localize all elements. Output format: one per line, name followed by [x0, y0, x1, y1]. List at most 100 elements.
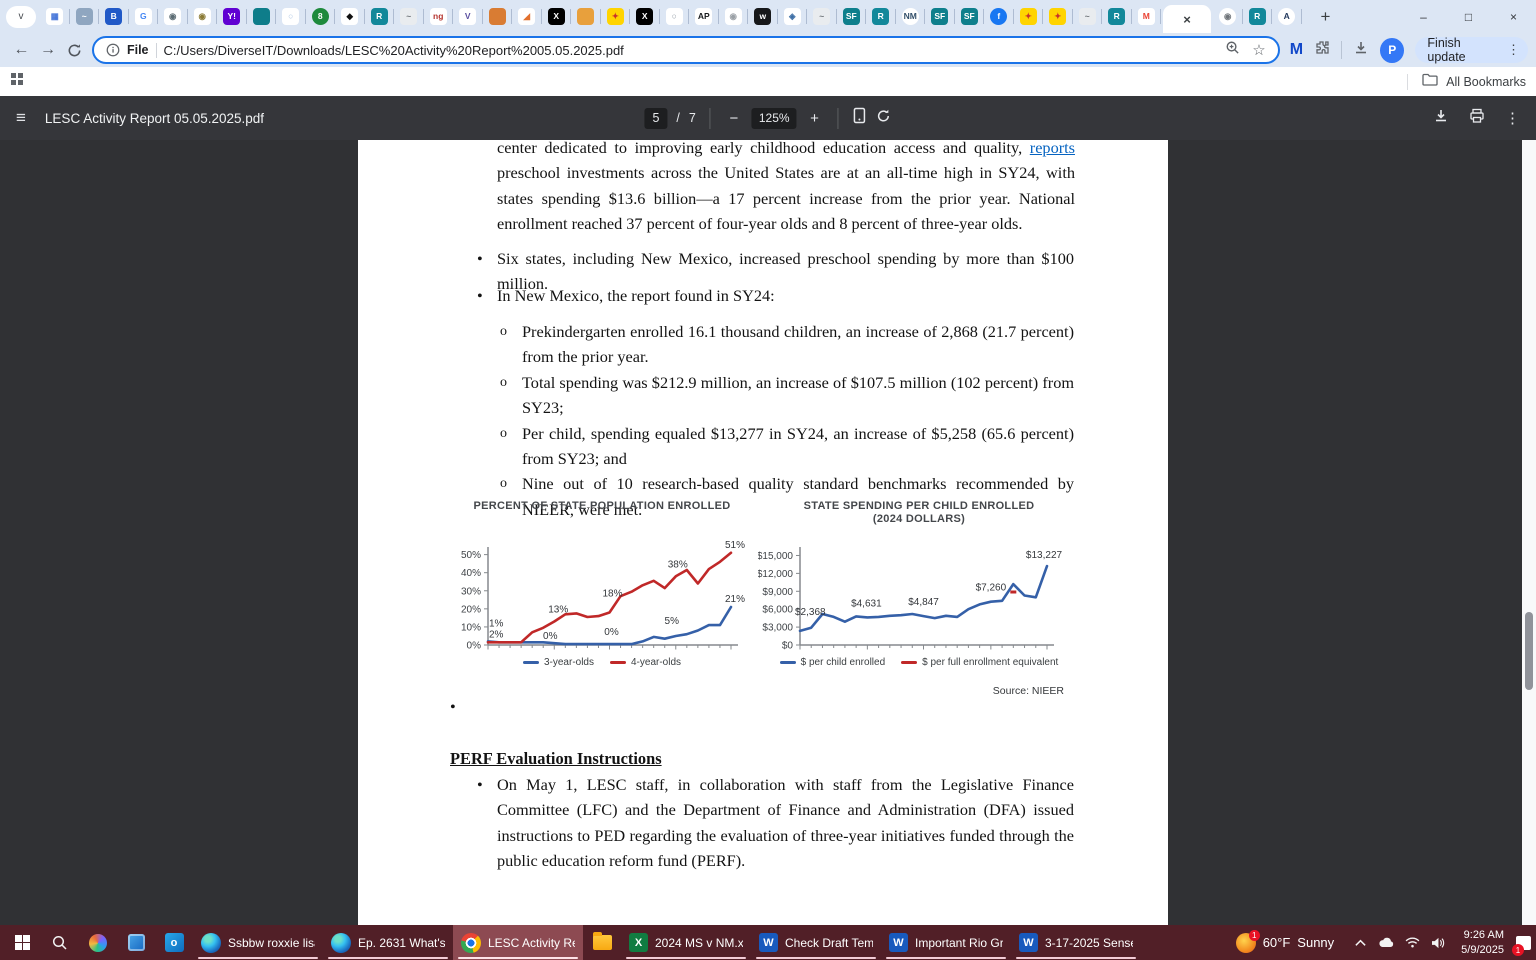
taskbar-app-edge[interactable]: Ssbbw roxxie lisalo...: [193, 925, 323, 960]
profile-avatar[interactable]: P: [1380, 38, 1404, 63]
pinned-tab[interactable]: NM: [896, 0, 926, 33]
pinned-tab[interactable]: ✦: [1043, 0, 1073, 33]
task-view-button[interactable]: [117, 925, 155, 960]
forward-button[interactable]: →: [35, 37, 62, 64]
taskbar-clock[interactable]: 9:26 AM 5/9/2025: [1455, 928, 1512, 958]
address-bar[interactable]: File C:/Users/DiverseIT/Downloads/LESC%2…: [92, 36, 1280, 64]
pinned-tab[interactable]: 8: [306, 0, 336, 33]
pinned-tab[interactable]: B: [99, 0, 129, 33]
pinned-tab[interactable]: ~: [1073, 0, 1103, 33]
print-icon[interactable]: [1469, 108, 1485, 129]
back-button[interactable]: ←: [8, 37, 35, 64]
pinned-tab[interactable]: AP: [689, 0, 719, 33]
taskbar-app-word[interactable]: WImportant Rio Gran...: [881, 925, 1011, 960]
scrollbar-track[interactable]: [1522, 140, 1536, 925]
zoom-in-button[interactable]: +: [806, 110, 824, 127]
pinned-tab[interactable]: ○: [660, 0, 690, 33]
outlook-button[interactable]: o: [155, 925, 193, 960]
pdf-viewport[interactable]: center dedicated to improving early chil…: [0, 140, 1536, 925]
page-number-input[interactable]: 5: [644, 108, 667, 129]
pinned-tab[interactable]: G: [129, 0, 159, 33]
pinned-tab[interactable]: f: [984, 0, 1014, 33]
pinned-tab[interactable]: ◉: [1213, 0, 1243, 33]
pinned-tab[interactable]: ◉: [188, 0, 218, 33]
zoom-page-icon[interactable]: [1225, 40, 1240, 60]
pinned-tab[interactable]: ◉: [719, 0, 749, 33]
taskbar-app-label: LESC Activity Repor...: [488, 936, 575, 950]
pinned-tab[interactable]: ✦: [601, 0, 631, 33]
fit-page-button[interactable]: [853, 107, 867, 129]
active-tab[interactable]: ×: [1163, 5, 1211, 33]
url-text[interactable]: C:/Users/DiverseIT/Downloads/LESC%20Acti…: [164, 43, 1219, 58]
search-button[interactable]: [41, 925, 79, 960]
volume-icon[interactable]: [1431, 937, 1445, 949]
info-icon[interactable]: [106, 43, 120, 57]
hamburger-menu-icon[interactable]: ≡: [16, 108, 26, 128]
pinned-tab[interactable]: ng: [424, 0, 454, 33]
pinned-tab[interactable]: ~: [394, 0, 424, 33]
pinned-tab[interactable]: X: [542, 0, 572, 33]
pinned-tab[interactable]: ◉: [158, 0, 188, 33]
notification-center-button[interactable]: 1: [1512, 925, 1534, 960]
new-tab-button[interactable]: +: [1312, 3, 1340, 31]
pinned-tab[interactable]: X: [630, 0, 660, 33]
weather-widget[interactable]: 1 60°F Sunny: [1226, 933, 1344, 953]
malwarebytes-extension-icon[interactable]: M: [1290, 41, 1303, 59]
extensions-puzzle-icon[interactable]: [1314, 40, 1330, 61]
all-bookmarks-button[interactable]: All Bookmarks: [1446, 75, 1526, 89]
tab-search-button[interactable]: v: [6, 6, 36, 28]
pinned-tab[interactable]: ○: [276, 0, 306, 33]
pinned-tab[interactable]: Y!: [217, 0, 247, 33]
pinned-tab[interactable]: R: [365, 0, 395, 33]
pinned-tab[interactable]: SF: [955, 0, 985, 33]
minimize-button[interactable]: –: [1401, 0, 1446, 33]
wifi-icon[interactable]: [1405, 937, 1420, 948]
onedrive-cloud-icon[interactable]: [1378, 937, 1394, 948]
chevron-up-icon[interactable]: [1354, 938, 1367, 948]
pinned-tab[interactable]: [571, 0, 601, 33]
pinned-tab[interactable]: [483, 0, 513, 33]
taskbar-app-word[interactable]: WCheck Draft Templa...: [751, 925, 881, 960]
pinned-tab[interactable]: R: [1102, 0, 1132, 33]
start-button[interactable]: [3, 925, 41, 960]
taskbar-app-excel[interactable]: X2024 MS v NM.xlsx ...: [621, 925, 751, 960]
taskbar-app-word[interactable]: W3-17-2025 Senseles...: [1011, 925, 1141, 960]
apps-grid-icon[interactable]: [10, 72, 24, 91]
zoom-level-input[interactable]: 125%: [752, 108, 797, 129]
downloads-icon[interactable]: [1353, 40, 1369, 61]
rotate-button[interactable]: [876, 108, 892, 129]
pinned-tab[interactable]: SF: [837, 0, 867, 33]
search-icon: [52, 935, 68, 951]
pinned-tab[interactable]: ◢: [512, 0, 542, 33]
pinned-tab[interactable]: ◆: [335, 0, 365, 33]
pinned-tab[interactable]: ◈: [778, 0, 808, 33]
pinned-tab[interactable]: [247, 0, 277, 33]
pinned-tab[interactable]: R: [866, 0, 896, 33]
taskbar-app-explorer[interactable]: [583, 925, 621, 960]
pinned-tab[interactable]: A: [1272, 0, 1302, 33]
download-icon[interactable]: [1433, 108, 1449, 129]
pinned-tab[interactable]: ✦: [1014, 0, 1044, 33]
close-icon[interactable]: ×: [1183, 12, 1191, 27]
kebab-menu-icon[interactable]: ⋮: [1505, 109, 1520, 127]
finish-update-button[interactable]: Finish update ⋮: [1415, 37, 1528, 63]
zoom-out-button[interactable]: −: [725, 110, 743, 127]
close-button[interactable]: ×: [1491, 0, 1536, 33]
taskbar-app-chrome[interactable]: LESC Activity Repor...: [453, 925, 583, 960]
copilot-button[interactable]: [79, 925, 117, 960]
pinned-tab[interactable]: ▦: [40, 0, 70, 33]
pinned-tab[interactable]: SF: [925, 0, 955, 33]
maximize-button[interactable]: □: [1446, 0, 1491, 33]
scrollbar-thumb[interactable]: [1525, 612, 1533, 690]
bookmark-star-icon[interactable]: ☆: [1252, 41, 1265, 59]
taskbar-app-edge[interactable]: Ep. 2631 What's Mo...: [323, 925, 453, 960]
pinned-tab[interactable]: R: [1243, 0, 1273, 33]
kebab-menu-icon[interactable]: ⋮: [1507, 42, 1520, 58]
pinned-tab[interactable]: ~: [70, 0, 100, 33]
reports-link[interactable]: reports: [1030, 140, 1075, 157]
pinned-tab[interactable]: ~: [807, 0, 837, 33]
pinned-tab[interactable]: w: [748, 0, 778, 33]
pinned-tab[interactable]: M: [1132, 0, 1162, 33]
pinned-tab[interactable]: V: [453, 0, 483, 33]
reload-button[interactable]: [61, 37, 88, 64]
